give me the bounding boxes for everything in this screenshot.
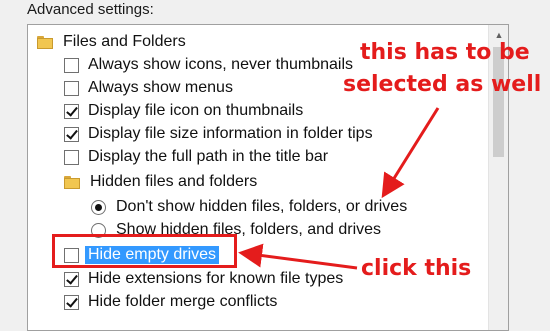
setting-display-file-icon[interactable]: Display file icon on thumbnails [64, 100, 303, 122]
setting-label: Display file icon on thumbnails [88, 102, 304, 119]
highlight-box-annotation [52, 234, 237, 268]
tree-folder-files-and-folders[interactable]: Files and Folders [37, 31, 186, 53]
setting-display-full-path[interactable]: Display the full path in the title bar [64, 146, 328, 168]
checkbox-checked[interactable] [64, 126, 79, 142]
radio-dont-show-hidden[interactable]: Don't show hidden files, folders, or dri… [91, 196, 407, 218]
setting-label: Display the full path in the title bar [88, 148, 329, 165]
radio-label: Don't show hidden files, folders, or dri… [116, 198, 408, 215]
annotation-text-top-line1: this has to be [360, 40, 530, 65]
folder-icon [37, 35, 53, 49]
radio-button-selected[interactable] [91, 199, 106, 215]
setting-always-show-icons[interactable]: Always show icons, never thumbnails [64, 54, 353, 76]
tree-folder-label: Hidden files and folders [90, 173, 258, 190]
checkbox[interactable] [64, 149, 79, 165]
annotation-text-bottom: click this [361, 256, 472, 281]
checkbox[interactable] [64, 80, 79, 96]
annotation-text-top-line2: selected as well [343, 72, 542, 97]
setting-label: Always show icons, never thumbnails [88, 56, 354, 73]
tree-folder-hidden-files[interactable]: Hidden files and folders [64, 171, 257, 193]
setting-label: Hide folder merge conflicts [88, 293, 278, 310]
setting-hide-folder-merge[interactable]: Hide folder merge conflicts [64, 291, 277, 313]
setting-display-file-size[interactable]: Display file size information in folder … [64, 123, 373, 145]
setting-label: Hide extensions for known file types [88, 270, 344, 287]
checkbox-checked[interactable] [64, 103, 79, 119]
checkbox-checked[interactable] [64, 294, 79, 310]
folder-icon [64, 175, 80, 189]
advanced-settings-label: Advanced settings: [27, 1, 154, 18]
setting-label: Always show menus [88, 79, 233, 96]
vertical-scrollbar[interactable]: ▲ [488, 25, 508, 330]
setting-hide-extensions[interactable]: Hide extensions for known file types [64, 268, 343, 290]
checkbox[interactable] [64, 57, 79, 73]
advanced-settings-list[interactable]: Files and Folders Always show icons, nev… [27, 24, 509, 331]
tree-folder-label: Files and Folders [63, 33, 186, 50]
checkbox-checked[interactable] [64, 271, 79, 287]
setting-label: Display file size information in folder … [88, 125, 373, 142]
setting-always-show-menus[interactable]: Always show menus [64, 77, 233, 99]
